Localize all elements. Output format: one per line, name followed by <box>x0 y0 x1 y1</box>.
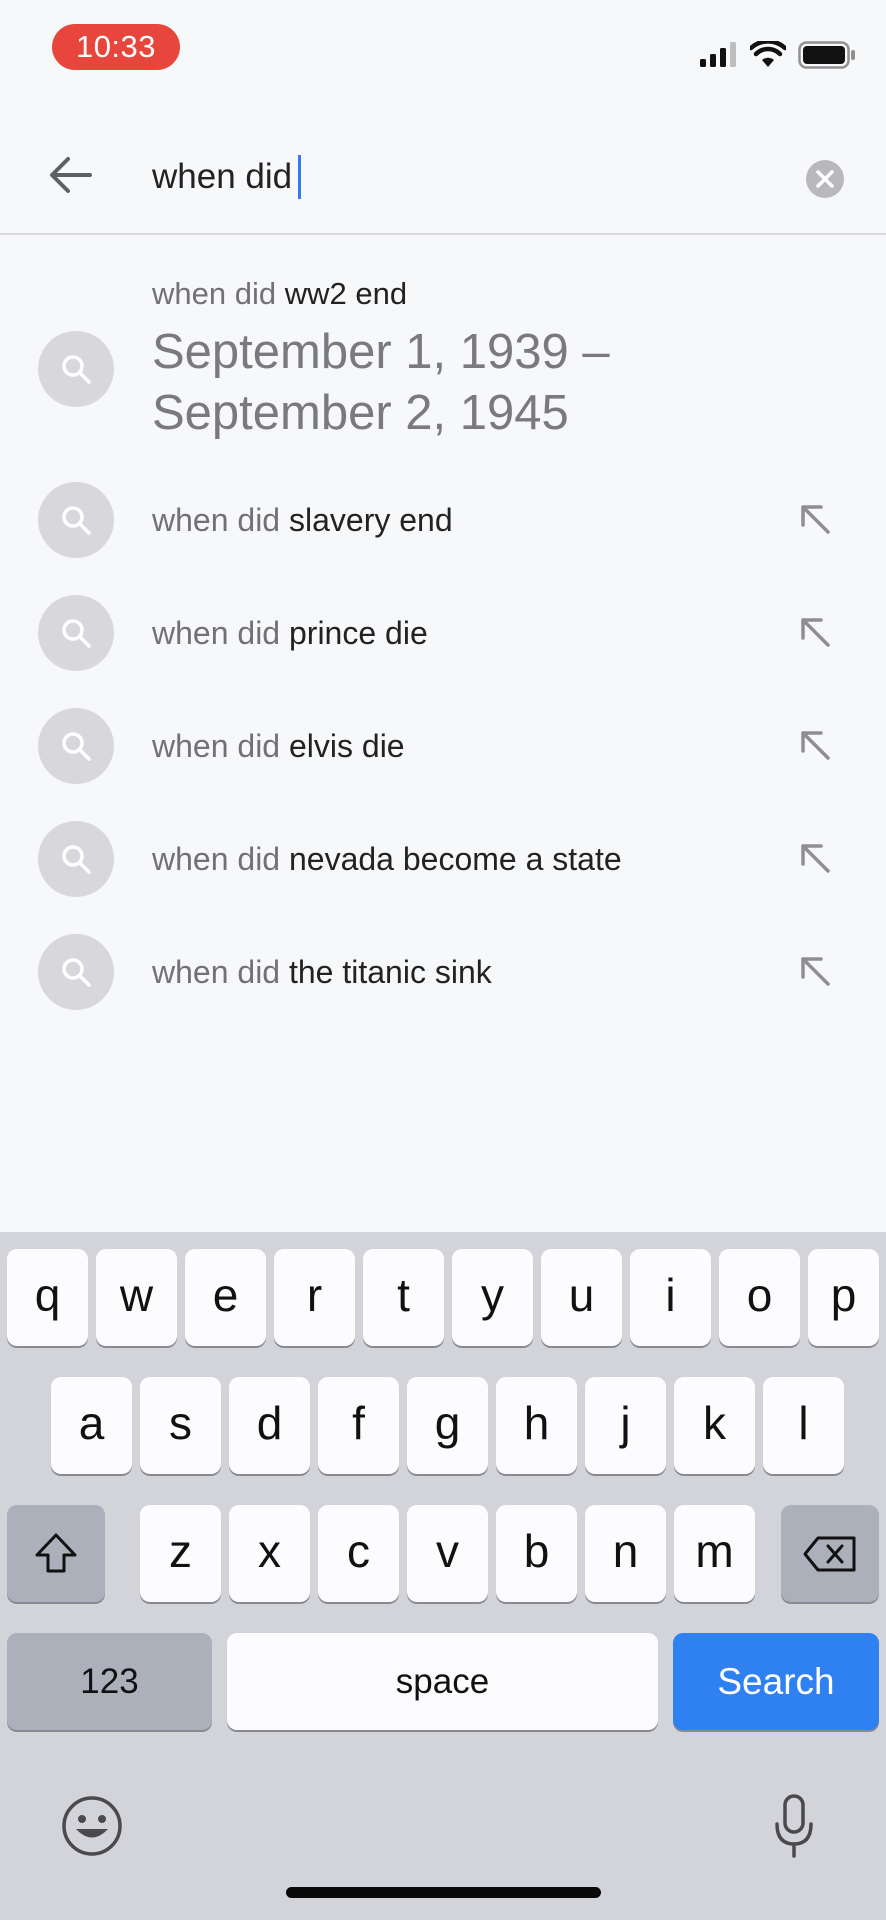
query-prefix: when did <box>152 728 281 764</box>
wifi-icon <box>750 41 786 67</box>
suggestion-text: when did nevada become a state <box>152 841 622 878</box>
search-icon <box>62 619 91 648</box>
emoji-icon[interactable] <box>60 1794 124 1858</box>
arrow-up-left-icon[interactable] <box>798 954 832 988</box>
search-icon-circle <box>38 482 114 558</box>
featured-query: when did ww2 end <box>152 276 407 312</box>
search-icon <box>62 506 91 535</box>
key-t[interactable]: t <box>363 1249 444 1346</box>
battery-icon <box>798 41 855 69</box>
key-g[interactable]: g <box>407 1377 488 1474</box>
query-completion: the titanic sink <box>288 954 492 990</box>
suggestion-text: when did elvis die <box>152 728 405 765</box>
suggestion-row[interactable]: when did nevada become a state <box>0 803 886 916</box>
key-p[interactable]: p <box>808 1249 879 1346</box>
home-indicator[interactable] <box>286 1887 601 1898</box>
key-a[interactable]: a <box>51 1377 132 1474</box>
suggestion-row[interactable]: when did the titanic sink <box>0 916 886 1029</box>
back-button[interactable] <box>48 155 102 195</box>
answer-line: September 1, 1939 – <box>152 325 610 379</box>
search-icon-circle <box>38 821 114 897</box>
arrow-up-left-icon[interactable] <box>798 728 832 762</box>
key-q[interactable]: q <box>7 1249 88 1346</box>
suggestion-row[interactable]: when did elvis die <box>0 690 886 803</box>
suggestion-text: when did slavery end <box>152 502 453 539</box>
query-completion: nevada become a state <box>288 841 622 877</box>
search-icon <box>62 958 91 987</box>
search-icon-circle <box>38 331 114 407</box>
numbers-key[interactable]: 123 <box>7 1633 212 1730</box>
search-key[interactable]: Search <box>673 1633 879 1730</box>
key-s[interactable]: s <box>140 1377 221 1474</box>
search-icon <box>62 845 91 874</box>
featured-suggestion[interactable]: when did ww2 end September 1, 1939 – Sep… <box>0 236 886 464</box>
search-header: when did <box>0 110 886 235</box>
space-key[interactable]: space <box>227 1633 658 1730</box>
key-b[interactable]: b <box>496 1505 577 1602</box>
answer-line: September 2, 1945 <box>152 386 569 440</box>
delete-key[interactable] <box>781 1505 879 1602</box>
featured-answer: September 1, 1939 – September 2, 1945 <box>152 322 752 444</box>
key-m[interactable]: m <box>674 1505 755 1602</box>
key-i[interactable]: i <box>630 1249 711 1346</box>
key-n[interactable]: n <box>585 1505 666 1602</box>
key-w[interactable]: w <box>96 1249 177 1346</box>
query-completion: prince die <box>288 615 428 651</box>
search-input[interactable]: when did <box>152 155 302 199</box>
key-o[interactable]: o <box>719 1249 800 1346</box>
status-time: 10:33 <box>52 24 180 70</box>
clear-circle-icon <box>816 170 834 188</box>
key-r[interactable]: r <box>274 1249 355 1346</box>
suggestion-text: when did prince die <box>152 615 428 652</box>
key-j[interactable]: j <box>585 1377 666 1474</box>
key-l[interactable]: l <box>763 1377 844 1474</box>
query-completion: ww2 end <box>284 276 408 311</box>
key-c[interactable]: c <box>318 1505 399 1602</box>
status-bar: 10:33 <box>0 0 886 100</box>
keyboard: q w e r t y u i o p a s d f g h j k l z … <box>0 1232 886 1920</box>
shift-key[interactable] <box>7 1505 105 1602</box>
status-icons <box>700 38 856 72</box>
microphone-icon[interactable] <box>773 1794 815 1860</box>
key-x[interactable]: x <box>229 1505 310 1602</box>
search-query-text: when did <box>152 157 293 196</box>
key-v[interactable]: v <box>407 1505 488 1602</box>
search-icon-circle <box>38 708 114 784</box>
shift-icon <box>35 1533 77 1573</box>
search-icon-circle <box>38 934 114 1010</box>
key-d[interactable]: d <box>229 1377 310 1474</box>
query-prefix: when did <box>152 841 281 877</box>
search-icon <box>62 355 91 384</box>
query-completion: slavery end <box>288 502 453 538</box>
text-caret <box>298 155 302 199</box>
key-k[interactable]: k <box>674 1377 755 1474</box>
query-completion: elvis die <box>288 728 405 764</box>
search-icon <box>62 732 91 761</box>
key-h[interactable]: h <box>496 1377 577 1474</box>
arrow-up-left-icon[interactable] <box>798 841 832 875</box>
suggestion-row[interactable]: when did prince die <box>0 577 886 690</box>
arrow-left-icon <box>50 157 92 193</box>
query-prefix: when did <box>152 954 281 990</box>
arrow-up-left-icon[interactable] <box>798 615 832 649</box>
clear-button[interactable] <box>806 160 844 198</box>
key-f[interactable]: f <box>318 1377 399 1474</box>
key-z[interactable]: z <box>140 1505 221 1602</box>
signal-icon <box>700 42 736 67</box>
key-y[interactable]: y <box>452 1249 533 1346</box>
query-prefix: when did <box>152 615 281 651</box>
key-u[interactable]: u <box>541 1249 622 1346</box>
arrow-up-left-icon[interactable] <box>798 502 832 536</box>
search-icon-circle <box>38 595 114 671</box>
backspace-icon <box>803 1536 856 1572</box>
query-prefix: when did <box>152 276 277 311</box>
key-e[interactable]: e <box>185 1249 266 1346</box>
query-prefix: when did <box>152 502 281 538</box>
suggestion-row[interactable]: when did slavery end <box>0 464 886 577</box>
suggestion-text: when did the titanic sink <box>152 954 492 991</box>
